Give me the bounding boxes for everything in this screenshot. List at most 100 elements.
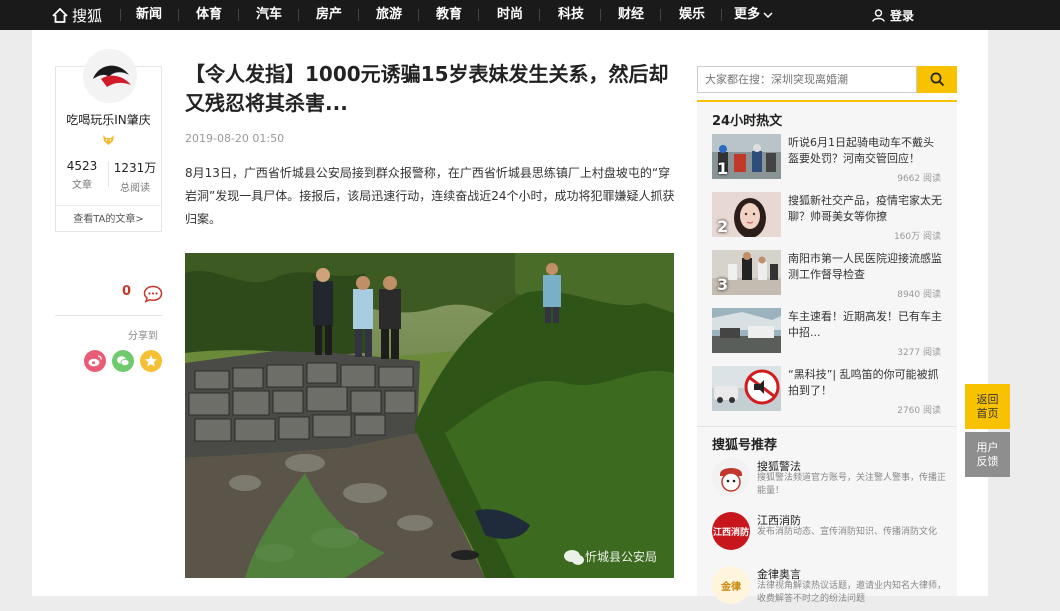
recommend-item[interactable]: 江西消防 江西消防 发布消防动态、宣传消防知识、传播消防文化	[712, 512, 947, 557]
recommend-title: 搜狐号推荐	[712, 438, 778, 453]
author-articles-stat: 4523 文章	[56, 159, 108, 191]
hot-article-thumbnail	[712, 366, 781, 411]
hot-article-thumbnail: 1	[712, 134, 781, 179]
hot-article-reads: 3277 阅读	[897, 348, 941, 358]
hot-article-title: 车主速看！近期高发！已有车主中招...	[788, 310, 942, 339]
nav-item-finance[interactable]: 财经	[618, 0, 644, 30]
nav-item-auto[interactable]: 汽车	[256, 0, 282, 30]
weibo-share-icon[interactable]	[84, 350, 106, 372]
nav-more-label: 更多	[734, 7, 761, 22]
right-panel: 24小时热文 1 听说6月1日起骑电动车不戴头盔要处罚？河南交管回应！ 9662…	[697, 100, 957, 604]
hot-article-item[interactable]: 2 搜狐新社交产品，疫情宅家太无聊？帅哥美女等你撩 160万 阅读	[712, 192, 947, 242]
nav-divider	[660, 9, 661, 21]
hot-article-title: “黑科技”| 乱鸣笛的你可能被抓拍到了！	[788, 368, 939, 397]
svg-text:金律: 金律	[720, 580, 741, 593]
nav-divider	[418, 9, 419, 21]
nav-divider	[238, 9, 239, 21]
hot-article-reads: 2760 阅读	[897, 406, 941, 416]
nav-item-news[interactable]: 新闻	[136, 0, 162, 30]
author-avatar[interactable]	[83, 49, 137, 103]
author-name[interactable]: 吃喝玩乐IN肇庆	[56, 111, 161, 128]
hot-articles-title: 24小时热文	[712, 114, 783, 129]
back-to-home-button[interactable]: 返回 首页	[965, 384, 1010, 429]
author-card: 吃喝玩乐IN肇庆 4523 文章 1231万 总阅读 查看TA的文章>	[55, 49, 162, 232]
recommend-desc: 法律视角解读热议话题，邀请业内知名大律师，收费解答不时之的纷法问题	[757, 581, 947, 604]
hot-article-reads: 9662 阅读	[897, 174, 941, 184]
hot-article-reads: 8940 阅读	[897, 290, 941, 300]
hot-rank: 1	[717, 159, 729, 178]
favorite-share-icon[interactable]	[140, 350, 162, 372]
search-button[interactable]	[917, 66, 957, 93]
recommend-avatar: 金律	[712, 566, 750, 604]
articles-count: 4523	[66, 159, 98, 173]
hot-article-thumbnail: 3	[712, 250, 781, 295]
login-label: 登录	[890, 8, 915, 23]
nav-item-entertainment[interactable]: 娱乐	[679, 0, 705, 30]
sohu-logo[interactable]: 搜狐	[52, 0, 102, 30]
hot-article-title: 南阳市第一人民医院迎接流感监测工作督导检查	[788, 252, 942, 281]
view-author-articles-link[interactable]: 查看TA的文章>	[56, 205, 161, 232]
nav-more-menu[interactable]: 更多	[734, 0, 773, 30]
hot-article-item[interactable]: “黑科技”| 乱鸣笛的你可能被抓拍到了！ 2760 阅读	[712, 366, 947, 416]
articles-label: 文章	[72, 180, 92, 191]
home-icon	[52, 7, 68, 23]
nav-divider	[298, 9, 299, 21]
recommend-item[interactable]: 金律 金律奥言 法律视角解读热议话题，邀请业内知名大律师，收费解答不时之的纷法问…	[712, 566, 947, 611]
article-paragraph: 8月13日，广西省忻城县公安局接到群众报警称，在广西省忻城县思练镇厂上村盘坡屯的…	[185, 166, 675, 226]
weibo-icon	[88, 355, 102, 367]
hot-rank: 2	[717, 217, 729, 236]
nav-divider	[721, 9, 722, 21]
hot-article-reads: 160万 阅读	[893, 232, 941, 242]
hot-article-item[interactable]: 1 听说6月1日起骑电动车不戴头盔要处罚？河南交管回应！ 9662 阅读	[712, 134, 947, 184]
hot-article-thumbnail	[712, 308, 781, 353]
user-feedback-button[interactable]: 用户 反馈	[965, 432, 1010, 477]
section-divider	[697, 426, 957, 427]
reads-count: 1231万	[113, 161, 157, 175]
comment-count: 0	[122, 284, 132, 299]
chevron-down-icon	[763, 12, 773, 19]
recommend-desc: 搜狐警法频道官方账号，关注警人警事，传播正能量！	[757, 473, 947, 496]
nav-divider	[600, 9, 601, 21]
nav-divider	[539, 9, 540, 21]
hot-article-thumbnail: 2	[712, 192, 781, 237]
nav-divider	[478, 9, 479, 21]
hot-rank: 3	[717, 275, 729, 294]
recommend-avatar	[712, 458, 750, 496]
article-title: 【令人发指】1000元诱骗15岁表妹发生关系，然后却又残忍将其杀害...	[185, 62, 669, 115]
nav-item-tech[interactable]: 科技	[558, 0, 584, 30]
svg-text:江西消防: 江西消防	[713, 526, 749, 538]
login-button[interactable]: 登录	[872, 0, 914, 30]
recommend-desc: 发布消防动态、宣传消防知识、传播消防文化	[757, 527, 938, 537]
hot-article-title: 听说6月1日起骑电动车不戴头盔要处罚？河南交管回应！	[788, 136, 934, 165]
side-divider	[55, 315, 162, 316]
reads-label: 总阅读	[120, 183, 150, 194]
fox-badge-icon	[103, 135, 114, 145]
article-date: 2019-08-20 01:50	[185, 132, 285, 145]
nav-divider	[178, 9, 179, 21]
hot-article-item[interactable]: 车主速看！近期高发！已有车主中招... 3277 阅读	[712, 308, 947, 358]
nav-item-fashion[interactable]: 时尚	[497, 0, 523, 30]
wechat-share-icon[interactable]	[112, 350, 134, 372]
recommend-avatar: 江西消防	[712, 512, 750, 550]
nav-item-travel[interactable]: 旅游	[376, 0, 402, 30]
wechat-icon	[117, 356, 130, 367]
star-icon	[145, 355, 157, 367]
logo-text: 搜狐	[72, 6, 103, 25]
author-reads-stat: 1231万 总阅读	[109, 159, 161, 194]
photo-watermark: 忻城县公安局	[585, 549, 657, 564]
nav-item-house[interactable]: 房产	[316, 0, 342, 30]
nav-divider	[358, 9, 359, 21]
share-label: 分享到	[128, 331, 158, 342]
nav-divider	[120, 9, 121, 21]
hot-article-title: 搜狐新社交产品，疫情宅家太无聊？帅哥美女等你撩	[788, 194, 942, 223]
recommend-item[interactable]: 搜狐警法 搜狐警法频道官方账号，关注警人警事，传播正能量！	[712, 458, 947, 503]
nav-item-education[interactable]: 教育	[436, 0, 462, 30]
search-input[interactable]	[697, 66, 917, 93]
nav-item-sports[interactable]: 体育	[196, 0, 222, 30]
top-nav: 搜狐 新闻 体育 汽车 房产 旅游 教育 时尚 科技 财经 娱乐 更多 登录	[0, 0, 1060, 30]
user-icon	[872, 8, 885, 22]
comment-icon[interactable]	[143, 285, 163, 303]
article-photo: 忻城县公安局	[185, 253, 674, 578]
hot-article-item[interactable]: 3 南阳市第一人民医院迎接流感监测工作督导检查 8940 阅读	[712, 250, 947, 300]
search-icon	[930, 72, 944, 87]
